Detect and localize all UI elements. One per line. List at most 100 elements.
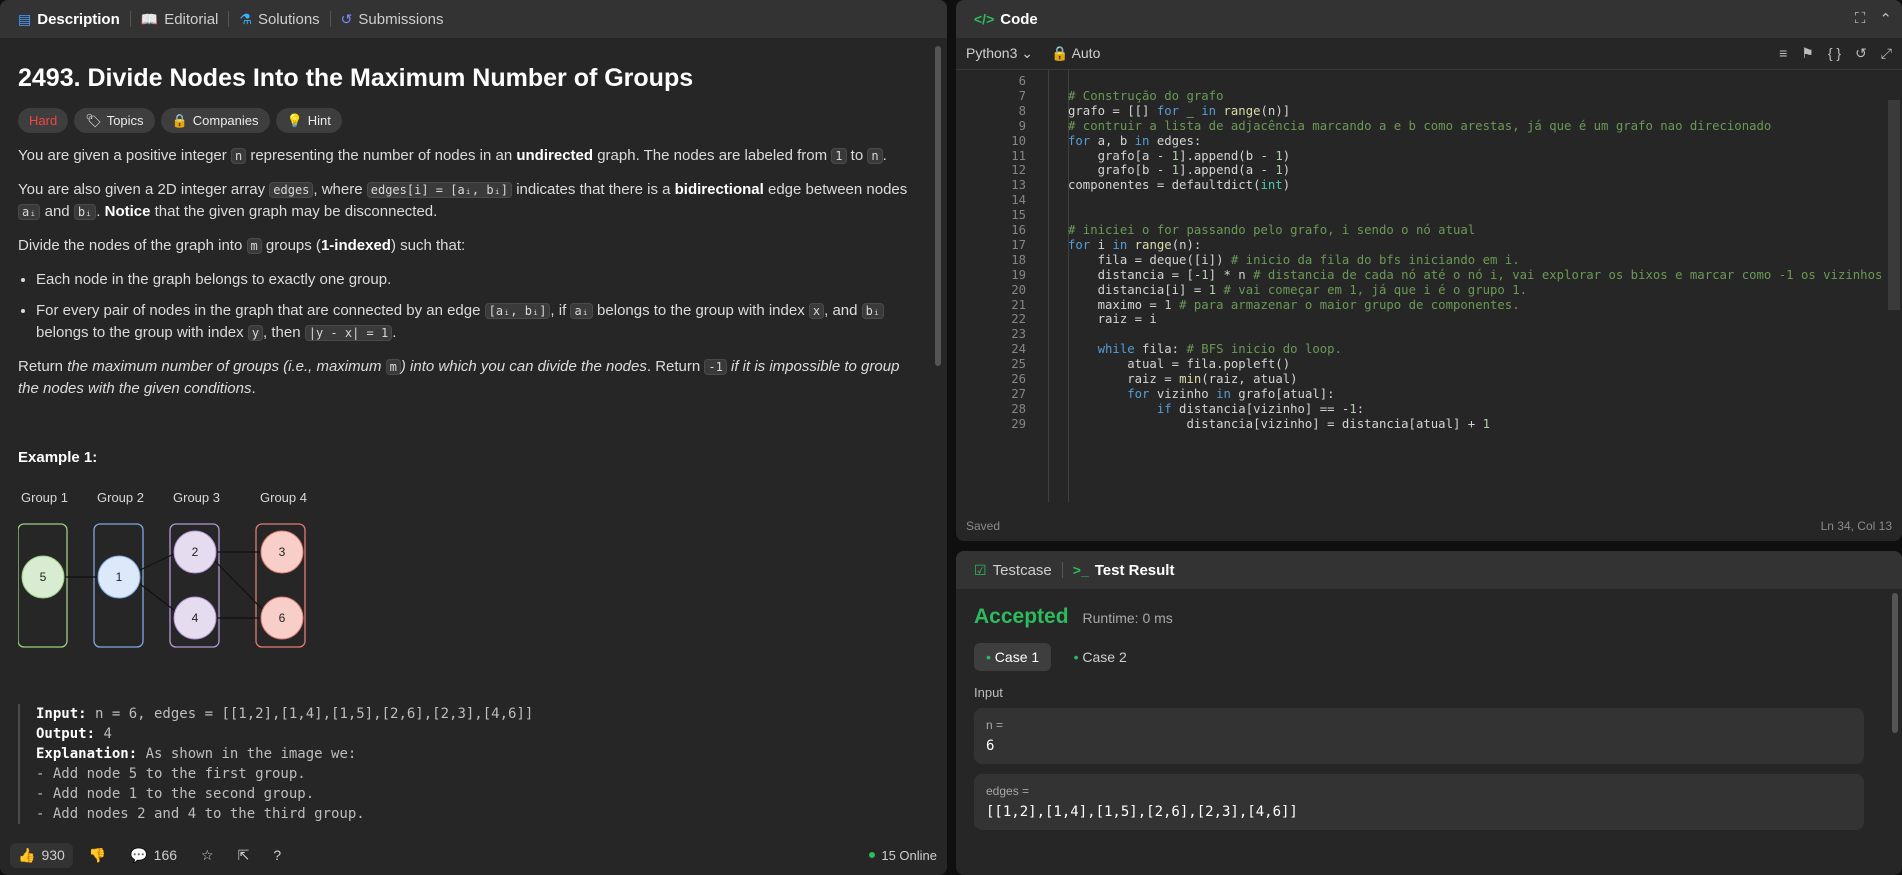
runtime-label: Runtime: 0 ms (1082, 610, 1173, 626)
line-number: 27 (1011, 386, 1026, 401)
line-number: 8 (1018, 103, 1026, 118)
collapse-icon[interactable]: ⌃ (1879, 10, 1892, 28)
line-number: 16 (1011, 223, 1026, 237)
code-tabbar: </> Code ⛶ ⌃ (956, 0, 1902, 38)
bookmark-icon[interactable]: ⚑ (1801, 45, 1814, 62)
tab-code[interactable]: </> Code (966, 0, 1046, 38)
question-icon: ? (273, 847, 282, 863)
reset-icon[interactable]: ↺ (1855, 45, 1867, 62)
thumbs-down-icon: 👎 (88, 846, 107, 863)
code-line: # contruir a lista de adjacência marcand… (1068, 118, 1772, 133)
line-number: 25 (1011, 357, 1026, 372)
example-block: Input: n = 6, edges = [[1,2],[1,4],[1,5]… (18, 704, 923, 824)
node-label: 4 (192, 611, 199, 625)
fullscreen-icon[interactable]: ⛶ (1855, 10, 1866, 28)
tab-divider (129, 11, 131, 27)
result-content: Accepted Runtime: 0 ms • Case 1 • Case 2… (956, 605, 1902, 830)
line-number: 10 (1011, 133, 1026, 148)
line-number: 21 (1011, 297, 1026, 312)
code-editor[interactable]: 6 7 # Construção do grafo 8 grafo = [[] for … (956, 70, 1902, 502)
status-badge: Accepted (974, 605, 1069, 628)
line-number: 23 (1011, 327, 1026, 342)
comment-icon: 💬 (130, 846, 148, 863)
editor-toolbar: Python3 ⌄ 🔒 Auto ≡ ⚑ { } ↺ ⤢ (956, 38, 1902, 70)
node-label: 1 (116, 570, 123, 584)
example-title: Example 1: (18, 449, 98, 466)
tab-submissions[interactable]: ↺ Submissions (333, 0, 452, 38)
difficulty-badge[interactable]: Hard (18, 108, 69, 133)
tab-solutions[interactable]: ⚗ Solutions (231, 0, 327, 38)
tab-description[interactable]: ▤ Description (10, 0, 128, 38)
tab-divider (329, 11, 331, 27)
paragraph-1: You are given a positive integer n repre… (18, 147, 887, 164)
topics-tag[interactable]: 🏷 Topics (74, 108, 155, 133)
book-icon: 📖 (140, 11, 159, 27)
format-icon[interactable]: ≡ (1779, 45, 1787, 62)
thumbs-up-icon: 👍 (18, 846, 36, 863)
input-field-n: n = 6 (974, 708, 1864, 764)
share-button[interactable]: ⇱ (230, 843, 258, 868)
code-line: grafo[b - 1].append(a - 1) (1068, 163, 1291, 178)
line-number: 13 (1011, 178, 1026, 193)
result-scrollbar[interactable] (1892, 593, 1898, 733)
line-number: 26 (1011, 372, 1026, 386)
hint-tag[interactable]: 💡 Hint (275, 108, 342, 133)
description-panel: ▤ Description 📖 Editorial ⚗ Solutions ↺ Subm… (0, 0, 947, 875)
example-diagram: Group 1 Group 2 Group 3 Group 4 5 1 2 4 … (18, 490, 307, 648)
node-label: 5 (40, 570, 47, 584)
paragraph-4: Return the maximum number of groups (i.e… (18, 358, 900, 397)
lock-icon: 🔒 (1051, 45, 1069, 61)
description-scrollbar[interactable] (935, 46, 941, 366)
help-button[interactable]: ? (265, 843, 289, 867)
expand-icon[interactable]: ⤢ (1881, 45, 1892, 62)
star-icon: ☆ (201, 846, 214, 863)
tag-row: Hard 🏷 Topics 🔒 Companies 💡 Hint (18, 108, 923, 133)
paragraph-2: You are also given a 2D integer array ed… (18, 181, 908, 220)
node-label: 2 (192, 545, 199, 559)
comments-button[interactable]: 💬 166 (122, 843, 185, 868)
online-dot-icon (869, 852, 876, 858)
dislike-button[interactable]: 👎 (81, 843, 114, 868)
cursor-position: Ln 34, Col 13 (1820, 519, 1892, 533)
code-line: distancia = [-1] * n # distancia de cada… (1068, 267, 1883, 282)
line-number: 14 (1011, 193, 1026, 208)
companies-tag[interactable]: 🔒 Companies (160, 108, 270, 133)
description-tabbar: ▤ Description 📖 Editorial ⚗ Solutions ↺ Subm… (0, 0, 947, 38)
editor-footer: Saved Ln 34, Col 13 (956, 511, 1902, 541)
tab-testcase[interactable]: ☑ Testcase (966, 551, 1060, 589)
language-select[interactable]: Python3 ⌄ (966, 45, 1033, 62)
node-label: 6 (279, 611, 286, 625)
edge (139, 553, 175, 571)
code-line: for vizinho in grafo[atual]: (1127, 386, 1335, 401)
tab-test-result[interactable]: >_ Test Result (1065, 551, 1183, 589)
code-line: # iniciei o for passando pelo grafo, i s… (1068, 223, 1476, 237)
code-panel: </> Code ⛶ ⌃ Python3 ⌄ 🔒 Auto ≡ ⚑ { } ↺ ⤢… (956, 0, 1902, 541)
code-line: while fila: # BFS inicio do loop. (1097, 342, 1342, 357)
line-number: 15 (1011, 208, 1026, 223)
checkbox-icon: ☑ (974, 562, 987, 578)
line-number: 12 (1011, 163, 1026, 178)
chevron-down-icon: ⌄ (1021, 45, 1033, 61)
case-2-button[interactable]: • Case 2 (1062, 643, 1139, 671)
line-number: 6 (1018, 74, 1026, 88)
case-1-button[interactable]: • Case 1 (974, 643, 1052, 671)
tab-editorial[interactable]: 📖 Editorial (133, 0, 227, 38)
braces-icon[interactable]: { } (1828, 45, 1841, 62)
line-number: 20 (1011, 282, 1026, 297)
online-count: 15 Online (869, 848, 937, 863)
code-line: # Construção do grafo (1068, 88, 1224, 103)
lock-icon: 🔒 (171, 113, 188, 128)
auto-mode[interactable]: 🔒 Auto (1051, 45, 1100, 62)
indent-guide (1048, 70, 1049, 502)
problem-title: 2493. Divide Nodes Into the Maximum Numb… (18, 64, 694, 92)
editor-scrollbar[interactable] (1888, 100, 1900, 310)
list-item: Each node in the graph belongs to exactl… (36, 269, 923, 290)
line-number: 28 (1011, 401, 1026, 416)
code-line: grafo[a - 1].append(b - 1) (1068, 148, 1291, 163)
like-button[interactable]: 👍 930 (10, 842, 73, 868)
code-line: raiz = i (1068, 312, 1157, 327)
input-field-edges: edges = [[1,2],[1,4],[1,5],[2,6],[2,3],[… (974, 774, 1864, 830)
line-number: 24 (1011, 342, 1026, 357)
code-line: fila = deque([i]) # inicio da fila do bf… (1068, 252, 1520, 267)
favorite-button[interactable]: ☆ (193, 843, 222, 868)
